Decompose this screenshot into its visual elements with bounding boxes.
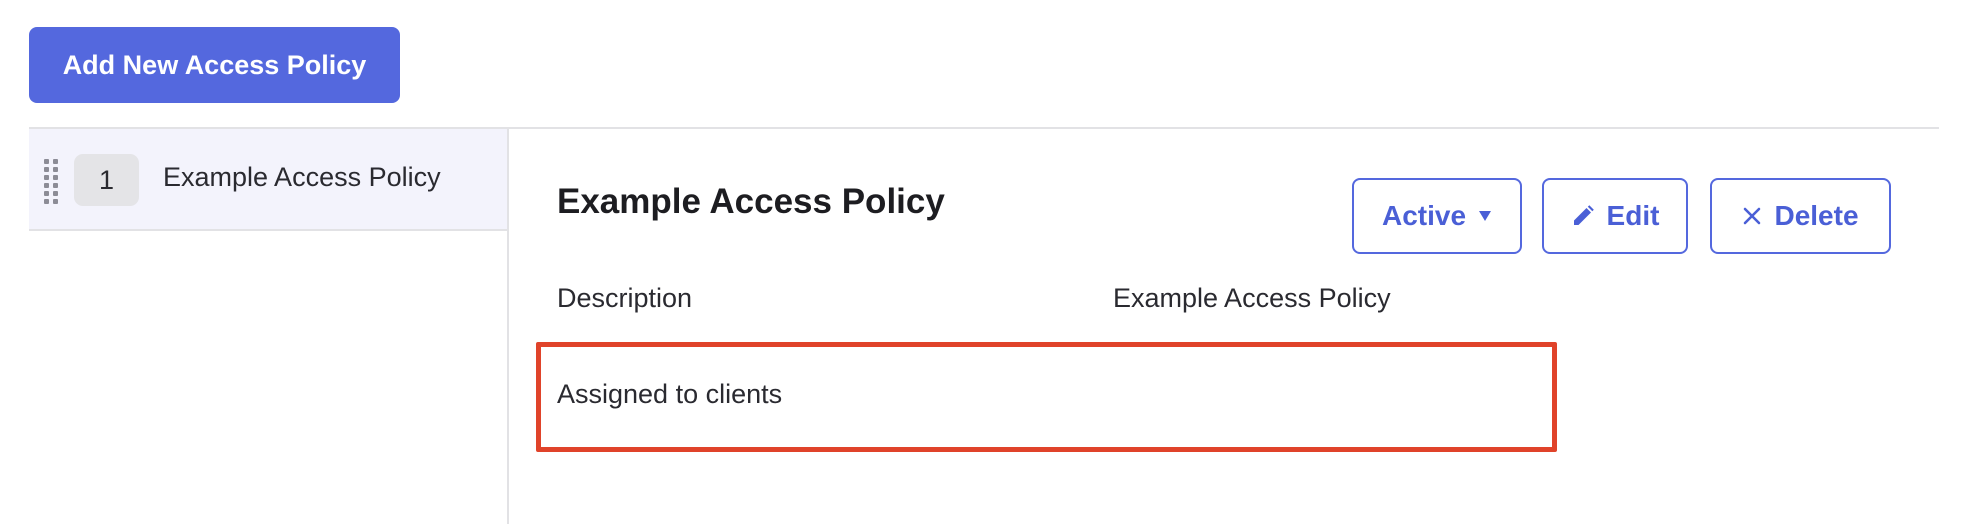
access-policies-page: Add New Access Policy 1 Example Access P…: [0, 0, 1966, 524]
panel-divider: [507, 129, 509, 524]
edit-label: Edit: [1606, 200, 1660, 231]
caret-down-icon: [1478, 210, 1492, 222]
delete-label: Delete: [1774, 200, 1859, 231]
close-icon: [1742, 206, 1762, 226]
policy-list: 1 Example Access Policy: [29, 129, 508, 524]
delete-button[interactable]: Delete: [1710, 178, 1891, 254]
pencil-icon: [1571, 204, 1595, 228]
policy-title: Example Access Policy: [557, 182, 945, 221]
edit-button[interactable]: Edit: [1542, 178, 1688, 254]
policy-list-item[interactable]: 1 Example Access Policy: [29, 129, 508, 231]
status-dropdown-button[interactable]: Active: [1352, 178, 1522, 254]
drag-handle-icon[interactable]: [44, 159, 58, 204]
description-value: Example Access Policy: [1113, 283, 1391, 313]
policy-order-badge: 1: [74, 154, 139, 206]
assigned-to-clients-label: Assigned to clients: [557, 379, 783, 409]
description-label: Description: [557, 283, 693, 313]
status-label: Active: [1381, 200, 1467, 231]
add-new-access-policy-button[interactable]: Add New Access Policy: [29, 27, 400, 103]
policy-list-item-label: Example Access Policy: [163, 162, 441, 192]
